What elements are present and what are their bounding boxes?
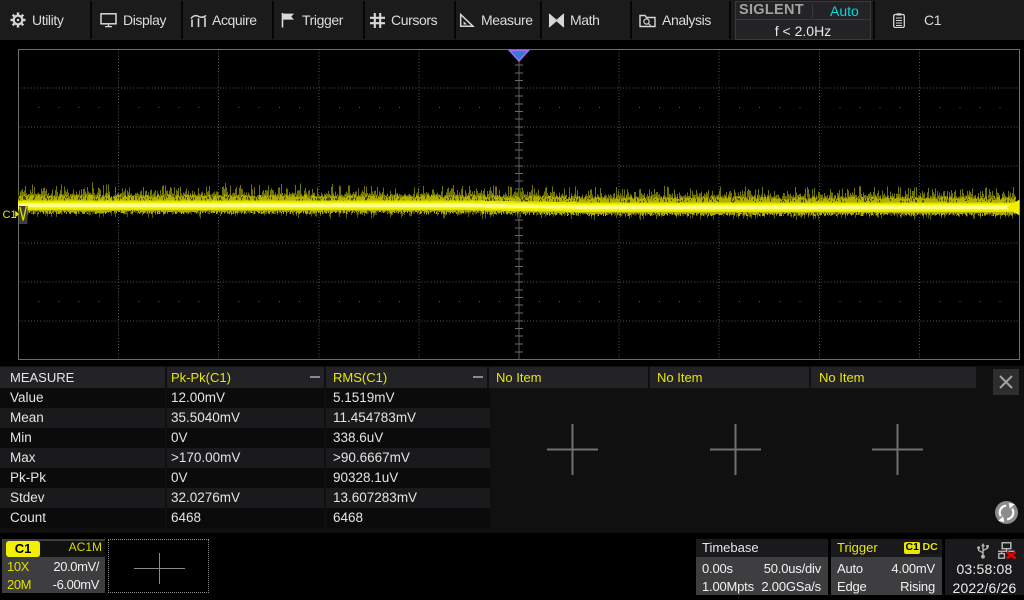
svg-text:C1: C1 [3, 209, 17, 221]
